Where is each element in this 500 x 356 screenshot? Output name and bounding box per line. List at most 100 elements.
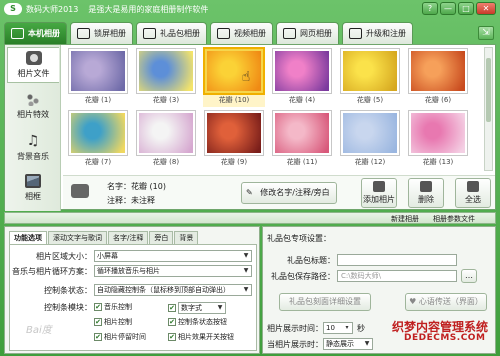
sidebar-item-frame[interactable]: 相框	[7, 171, 59, 207]
display-mode-select[interactable]: 静态展示 ▼	[323, 338, 373, 350]
photo-thumbnail[interactable]: 花瓣 (13)	[407, 111, 469, 169]
album-subbar: 新建相册 相册参数文件	[4, 212, 496, 224]
sidebar-item-photo-effects[interactable]: 相片特效	[7, 89, 59, 125]
edit-name-note-button[interactable]: ✎ 修改名字/注释/旁白	[241, 182, 337, 204]
photo-thumbnail[interactable]: 花瓣 (6)	[407, 49, 469, 107]
tab-local-album[interactable]: 本机相册	[4, 22, 67, 44]
photo-thumbnail[interactable]: ☝ 花瓣 (10)	[203, 49, 265, 107]
tab-narration[interactable]: 旁白	[149, 231, 174, 244]
photo-caption: 花瓣 (1)	[84, 96, 112, 104]
album-params-link[interactable]: 相册参数文件	[433, 214, 475, 224]
photo-thumbnail[interactable]: 花瓣 (8)	[135, 111, 197, 169]
control-bar-label: 控制条状态：	[44, 286, 92, 295]
tab-video-album[interactable]: 视频相册	[210, 22, 273, 44]
tab-scroll-text[interactable]: 滚动文字与歌词	[48, 231, 107, 244]
chevron-down-icon: ▼	[243, 252, 249, 259]
photo-thumbnail[interactable]: 花瓣 (4)	[271, 49, 333, 107]
display-mode-label: 当相片展示时：	[267, 340, 323, 349]
photo-thumbnail[interactable]: 花瓣 (7)	[67, 111, 129, 169]
display-mode-value: 静态展示	[326, 340, 354, 348]
photo-caption: 花瓣 (6)	[424, 96, 452, 104]
photo-caption: 花瓣 (13)	[422, 158, 454, 166]
sidebar: 相片文件 相片特效 ♫ 背景音乐 相框	[5, 45, 61, 211]
digital-style-value: 数字式	[181, 304, 202, 312]
tab-background[interactable]: 背景	[174, 231, 199, 244]
photo-thumbnail[interactable]: 花瓣 (9)	[203, 111, 265, 169]
scrollbar-thumb[interactable]	[486, 58, 491, 122]
minimize-button[interactable]: —	[440, 2, 456, 15]
preview-button[interactable]: ♥ 心语传送（界面）	[405, 293, 487, 311]
tab-web-album[interactable]: 网页相册	[276, 22, 339, 44]
tab-upgrade[interactable]: 升级和注册	[342, 22, 413, 44]
loop-select[interactable]: 循环播放音乐与相片 ▼	[94, 265, 252, 277]
camera-icon	[11, 28, 24, 39]
sidebar-item-photo-files[interactable]: 相片文件	[7, 47, 59, 83]
photo-thumbnail[interactable]: 花瓣 (1)	[67, 49, 129, 107]
photo-name-count: (10)	[149, 182, 166, 191]
gallery-scrollbar[interactable]	[484, 47, 493, 171]
sidebar-item-label: 相片特效	[17, 110, 49, 119]
options-tabs: 功能选项 滚动文字与歌词 名字/注释 旁白 背景	[9, 231, 199, 244]
digital-checkbox[interactable]: ✔ 数字式 ▼	[168, 302, 226, 314]
tab-label: 视频相册	[234, 29, 266, 38]
area-size-select[interactable]: 小屏幕 ▼	[94, 250, 252, 262]
delete-button[interactable]: 删除	[408, 178, 444, 208]
photo-thumbnail[interactable]: 花瓣 (11)	[271, 111, 333, 169]
tab-function-options[interactable]: 功能选项	[9, 231, 47, 244]
help-button[interactable]: ?	[422, 2, 438, 15]
control-bar-select[interactable]: 自动隐藏控制条（鼠标移到顶部自动弹出） ▼	[94, 284, 252, 296]
checkmark-icon: ✔	[94, 333, 102, 341]
effects-icon	[25, 92, 41, 106]
browse-button[interactable]: …	[461, 269, 477, 283]
select-all-icon	[467, 181, 479, 192]
heart-icon: ♥	[409, 297, 419, 306]
photo-name-text: 名字：花瓣	[107, 182, 147, 191]
photo-dwell-checkbox[interactable]: ✔ 相片停留时间	[94, 332, 146, 342]
hand-cursor-icon: ☝	[241, 69, 251, 85]
interval-stepper[interactable]: 10 ▾	[323, 322, 353, 334]
photo-control-checkbox[interactable]: ✔ 相片控制	[94, 317, 132, 327]
photo-thumbnail[interactable]: 花瓣 (12)	[339, 111, 401, 169]
chevron-down-icon: ▼	[243, 286, 249, 293]
photo-caption: 花瓣 (9)	[220, 158, 248, 166]
select-all-button[interactable]: 全选	[455, 178, 491, 208]
maximize-button[interactable]: □	[458, 2, 474, 15]
app-title: 数码大师2013	[26, 4, 79, 14]
photo-info-bar: 名字：花瓣 (10) 注释：未注释 ✎ 修改名字/注释/旁白 添加相片 删除 全选	[63, 175, 495, 209]
loop-value: 循环播放音乐与相片	[97, 267, 160, 275]
photo-image	[137, 111, 195, 155]
photo-thumbnail[interactable]: 花瓣 (3)	[135, 49, 197, 107]
music-note-icon: ♫	[26, 133, 40, 149]
add-photo-button[interactable]: 添加相片	[361, 178, 397, 208]
control-state-button-checkbox[interactable]: ✔ 控制条状态按钮	[168, 317, 227, 327]
photo-thumbnail[interactable]: 花瓣 (5)	[339, 49, 401, 107]
trash-icon	[420, 181, 432, 192]
new-album-link[interactable]: 新建相册	[391, 214, 419, 224]
checkbox-label: 控制条状态按钮	[178, 318, 227, 326]
film-icon	[217, 28, 230, 39]
sidebar-item-background-music[interactable]: ♫ 背景音乐	[7, 131, 59, 167]
control-bar-value: 自动隐藏控制条（鼠标移到顶部自动弹出）	[97, 286, 230, 294]
photo-image	[409, 111, 467, 155]
photo-image	[341, 49, 399, 93]
tab-lockscreen-album[interactable]: 锁屏相册	[70, 22, 133, 44]
gift-detail-settings-button[interactable]: 礼品包刻面详细设置	[279, 293, 371, 311]
select-all-label: 全选	[465, 195, 481, 204]
tab-gift-album[interactable]: 礼品包相册	[136, 22, 207, 44]
expand-icon[interactable]: ⇲	[478, 26, 494, 40]
tab-name-note[interactable]: 名字/注释	[108, 231, 149, 244]
chevron-down-icon: ▼	[364, 340, 370, 347]
music-control-checkbox[interactable]: ✔ 音乐控制	[94, 302, 132, 312]
photo-image	[205, 111, 263, 155]
gift-path-label: 礼品包保存路径：	[271, 272, 335, 281]
tab-label: 本机相册	[28, 29, 60, 38]
gift-path-input[interactable]: C:\数码大师\	[337, 270, 457, 282]
preview-label: 心语传送（界面）	[418, 297, 483, 306]
gift-title-input[interactable]	[337, 254, 457, 266]
ie-icon	[283, 28, 296, 39]
close-button[interactable]: ✕	[476, 2, 496, 15]
digital-style-select[interactable]: 数字式 ▼	[178, 302, 226, 314]
main-tabs: 本机相册 锁屏相册 礼品包相册 视频相册 网页相册 升级和注册	[4, 22, 413, 44]
camera-icon	[71, 184, 89, 198]
photo-effect-toggle-checkbox[interactable]: ✔ 相片效果开关按钮	[168, 332, 234, 342]
